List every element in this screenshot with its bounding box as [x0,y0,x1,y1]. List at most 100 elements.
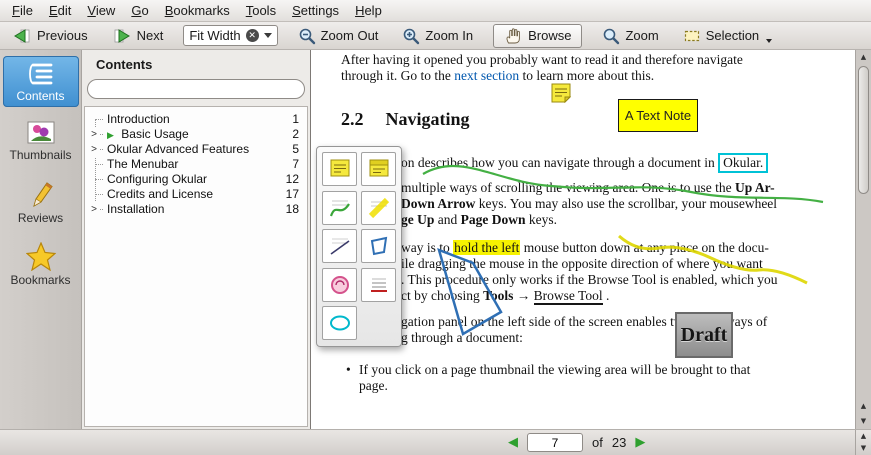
doc-text-line: Down Arrow keys. You may also use the sc… [401,196,777,212]
zoom-in-button[interactable]: Zoom In [398,25,477,47]
menu-edit[interactable]: Edit [41,1,79,20]
page-number: 17 [286,187,299,202]
previous-icon [12,28,32,44]
sidebar-item-reviews[interactable]: Reviews [3,174,79,229]
browse-tool-button[interactable]: Browse [493,24,582,48]
tree-item-configuring-okular[interactable]: Configuring Okular 12 [85,172,307,187]
expander-icon[interactable]: > [89,142,99,157]
menu-file[interactable]: File [4,1,41,20]
menubar: File Edit View Go Bookmarks Tools Settin… [0,0,871,22]
contents-panel-title: Contents [96,57,310,72]
note-tool-icon[interactable] [322,152,357,186]
next-button[interactable]: Next [108,26,168,46]
tree-item-introduction[interactable]: Introduction 1 [85,112,307,127]
zoom-out-button[interactable]: Zoom Out [294,25,383,47]
freehand-line-tool-icon[interactable] [322,191,357,225]
doc-text-line: . This procedure only works if the Brows… [401,272,778,288]
menu-go[interactable]: Go [123,1,156,20]
section-heading: 2.2Navigating [341,109,470,130]
tree-item-the-menubar[interactable]: The Menubar 7 [85,157,307,172]
ellipse-tool-icon[interactable] [322,306,357,340]
doc-text-line: on describes how you can navigate throug… [401,155,768,171]
page-number-input[interactable] [527,433,583,452]
menu-bookmarks[interactable]: Bookmarks [157,1,238,20]
annotation-toolbar-palette [316,146,402,347]
page-number: 1 [292,112,299,127]
of-label: of [592,435,603,450]
stamp-tool-icon[interactable] [322,268,357,302]
bookmarks-star-icon [26,242,56,271]
previous-button[interactable]: Previous [8,26,92,46]
scroll-down-icon[interactable]: ▼ [856,442,871,454]
underline-tool-icon[interactable] [361,268,396,302]
current-section-icon: ▶ [107,131,114,141]
toolbar: Previous Next Fit Width ✕ Zoom Out Zoom … [0,22,871,50]
page-number: 12 [286,172,299,187]
tree-item-installation[interactable]: > Installation 18 [85,202,307,217]
inline-text-note-annotation[interactable]: A Text Note [618,99,698,132]
tree-item-credits-and-license[interactable]: Credits and License 17 [85,187,307,202]
page-number: 5 [292,142,299,157]
highlight-annotation[interactable]: hold the left [453,240,520,255]
reviews-pencil-icon [27,179,55,209]
clear-icon[interactable]: ✕ [246,29,259,42]
doc-text-line: If you click on a page thumbnail the vie… [359,362,750,378]
page-number: 7 [292,157,299,172]
selection-tool-button[interactable]: Selection [679,25,776,47]
statusbar: ◀ of 23 ▶ ▲ ▼ [0,429,871,455]
scroll-up-icon[interactable]: ▲ [856,430,871,442]
thumbnails-icon [26,120,56,146]
scroll-up-icon[interactable]: ▲ [856,399,871,414]
scroll-up-icon[interactable]: ▲ [856,50,871,65]
highlighter-tool-icon[interactable] [361,191,396,225]
draft-stamp-annotation[interactable]: Draft [675,312,733,358]
expander-icon[interactable]: > [89,127,99,142]
browse-hand-icon [504,27,523,45]
tree-item-okular-advanced-features[interactable]: > Okular Advanced Features 5 [85,142,307,157]
next-page-icon[interactable]: ▶ [635,435,645,450]
menu-help[interactable]: Help [347,1,390,20]
selection-dropdown-icon[interactable] [766,39,772,43]
total-pages-label: 23 [612,435,626,450]
previous-page-icon[interactable]: ◀ [508,435,518,450]
tree-item-basic-usage[interactable]: > ▶ Basic Usage 2 [85,127,307,142]
chevron-down-icon [264,33,272,38]
sidebar: Contents Thumbnails Reviews Bookmarks [0,50,82,429]
link-next-section[interactable]: next section [454,68,519,83]
zoom-out-icon [298,27,316,45]
contents-icon [25,61,57,87]
straight-line-tool-icon[interactable] [322,229,357,263]
contents-panel: Contents Introduction 1 > ▶ Basic Usage … [82,50,310,429]
note-annotation-icon[interactable] [551,83,571,103]
document-view[interactable]: After having it opened you probably want… [310,50,855,429]
page-number: 2 [292,127,299,142]
zoom-in-icon [402,27,420,45]
zoom-tool-icon [602,27,620,45]
doc-text-line: ge Up and Page Down keys. [401,212,557,228]
inline-note-tool-icon[interactable] [361,152,396,186]
expander-icon[interactable]: > [89,202,99,217]
sidebar-item-bookmarks[interactable]: Bookmarks [3,237,79,291]
sidebar-item-thumbnails[interactable]: Thumbnails [3,115,79,166]
doc-text-line: way is to hold the left mouse button dow… [401,240,769,256]
doc-text-line: ile dragging the mouse in the opposite d… [401,256,763,272]
zoom-combo[interactable]: Fit Width ✕ [183,25,277,46]
sidebar-item-contents[interactable]: Contents [3,56,79,107]
doc-text-line: After having it opened you probably want… [341,52,743,68]
page-navigation: ◀ of 23 ▶ [508,433,645,452]
cyan-box-annotation[interactable]: Okular. [718,153,768,173]
menu-view[interactable]: View [79,1,123,20]
doc-text-line: through it. Go to the next section to le… [341,68,654,84]
selection-icon [683,27,701,45]
menu-settings[interactable]: Settings [284,1,347,20]
menu-tools[interactable]: Tools [238,1,284,20]
contents-tree: Introduction 1 > ▶ Basic Usage 2 > Okula… [84,106,308,427]
scrollbar-thumb[interactable] [858,66,869,194]
contents-search-input[interactable] [87,79,305,99]
vertical-scrollbar[interactable]: ▲ ▲ ▼ [855,50,871,429]
polygon-tool-icon[interactable] [361,229,396,263]
scroll-down-icon[interactable]: ▼ [856,414,871,429]
scrollbar-corner[interactable]: ▲ ▼ [855,430,871,455]
zoom-tool-button[interactable]: Zoom [598,25,662,47]
underline-annotation[interactable]: Browse Tool [534,288,603,305]
